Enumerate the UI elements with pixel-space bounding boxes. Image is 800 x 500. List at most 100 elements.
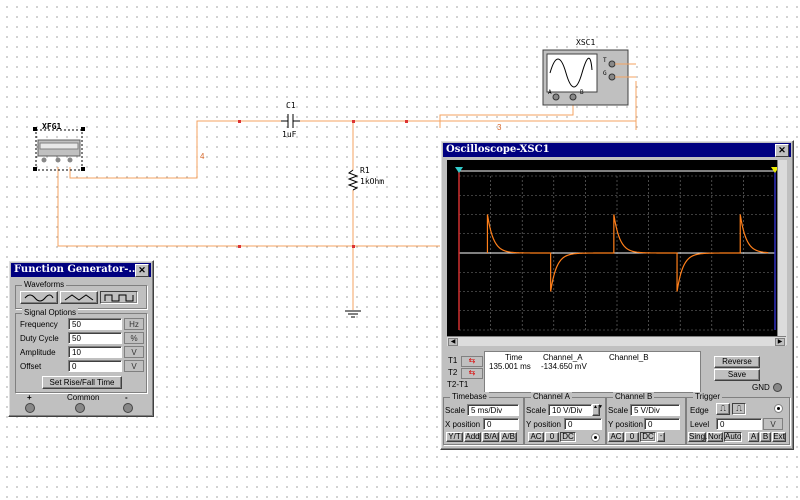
function-generator-xfg1[interactable] — [33, 127, 85, 171]
sine-wave-button[interactable] — [20, 291, 58, 304]
r1-value-label: 1kOhm — [360, 177, 385, 186]
channel-a-label: Channel A — [531, 392, 572, 401]
gnd-label: GND — [752, 383, 770, 392]
duty-cycle-input[interactable]: 50 — [68, 332, 122, 344]
function-generator-titlebar[interactable]: Function Generator-... ✕ — [11, 263, 151, 277]
channel-b-ac-button[interactable]: AC — [608, 432, 624, 442]
channel-b-dc-button[interactable]: DC — [640, 432, 656, 442]
c1-name-label: C1 — [286, 101, 296, 110]
channel-a-dc-button[interactable]: DC — [560, 432, 576, 442]
channel-b-y-position-label: Y position — [608, 420, 643, 429]
x-position-input[interactable]: 0 — [483, 418, 519, 430]
net-label-4: 4 — [200, 152, 205, 161]
frequency-label: Frequency — [20, 320, 58, 329]
timebase-scale-label: Scale — [445, 406, 466, 415]
channel-a-scale-spinner-icon[interactable]: ▲▼ — [592, 404, 603, 416]
offset-label: Offset — [20, 362, 42, 371]
signal-options-group: Signal Options Frequency 50 Hz Duty Cycl… — [15, 308, 147, 393]
trigger-level-label: Level — [690, 420, 710, 429]
readout-col-channel-a: Channel_A — [543, 353, 583, 362]
trigger-normal-button[interactable]: Nor. — [707, 432, 723, 442]
common-terminal[interactable] — [75, 403, 85, 413]
scope-terminal-a: A — [548, 89, 552, 96]
t1-label: T1 — [448, 356, 458, 365]
readout-time-value: 135.001 ms — [489, 362, 531, 371]
timebase-label: Timebase — [450, 392, 489, 401]
cursor-t1-marker — [455, 167, 463, 173]
plus-terminal[interactable] — [25, 403, 35, 413]
oscilloscope-title: Oscilloscope-XSC1 — [446, 144, 550, 155]
oscilloscope-screen[interactable] — [447, 160, 786, 345]
oscilloscope-display — [455, 167, 779, 331]
scope-terminal-t: T — [603, 57, 607, 64]
channel-a-radio-icon[interactable] — [591, 433, 600, 442]
trigger-auto-button[interactable]: Auto — [724, 432, 742, 442]
trigger-single-button[interactable]: Sing. — [688, 432, 707, 442]
channel-b-minus-icon[interactable]: - — [657, 432, 665, 442]
oscilloscope-titlebar[interactable]: Oscilloscope-XSC1 ✕ — [443, 143, 791, 157]
reverse-button[interactable]: Reverse — [714, 356, 760, 368]
mode-yt-button[interactable]: Y/T — [446, 432, 463, 442]
channel-a-y-position-input[interactable]: 0 — [564, 418, 602, 430]
resistor-r1[interactable] — [347, 169, 359, 191]
timebase-scale-input[interactable]: 5 ms/Div — [467, 404, 519, 416]
amplitude-label: Amplitude — [20, 348, 56, 357]
save-button[interactable]: Save — [714, 369, 760, 381]
channel-a-zero-button[interactable]: 0 — [545, 432, 559, 442]
trigger-label: Trigger — [693, 392, 723, 401]
rising-edge-icon[interactable]: ⎍ — [716, 403, 730, 415]
screen-horizontal-scrollbar[interactable]: ◀ ▶ — [447, 336, 786, 346]
triangle-wave-button[interactable] — [60, 291, 98, 304]
readout-channel-a-value: -134.650 mV — [541, 362, 587, 371]
readout-col-channel-b: Channel_B — [609, 353, 649, 362]
trigger-level-input[interactable]: 0 — [716, 418, 762, 430]
triangle-wave-icon — [64, 294, 94, 301]
offset-unit[interactable]: V — [124, 360, 144, 372]
close-icon[interactable]: ✕ — [775, 144, 789, 157]
channel-b-y-position-input[interactable]: 0 — [644, 418, 680, 430]
trigger-radio-icon[interactable] — [774, 404, 783, 413]
duty-cycle-label: Duty Cycle — [20, 334, 59, 343]
minus-terminal[interactable] — [123, 403, 133, 413]
wire-net-4 — [69, 120, 281, 179]
amplitude-input[interactable]: 10 — [68, 346, 122, 358]
trigger-level-unit[interactable]: V — [763, 418, 783, 430]
t2-t1-label: T2-T1 — [447, 380, 469, 389]
trigger-source-a-button[interactable]: A — [748, 432, 759, 442]
oscilloscope-xsc1-symbol[interactable] — [542, 49, 636, 106]
waveforms-label: Waveforms — [22, 280, 67, 289]
mode-add-button[interactable]: Add — [464, 432, 481, 442]
channel-b-scale-input[interactable]: 5 V/Div — [630, 404, 680, 416]
t1-cursor-arrows-icon[interactable]: ⇆ — [461, 356, 483, 367]
square-wave-icon — [104, 294, 134, 302]
screen-vertical-scrollbar[interactable] — [777, 160, 787, 345]
scroll-left-icon[interactable]: ◀ — [448, 338, 458, 346]
xsc1-label: XSC1 — [576, 38, 596, 47]
t2-cursor-arrows-icon[interactable]: ⇆ — [461, 368, 483, 379]
amplitude-unit[interactable]: V — [124, 346, 144, 358]
mode-ab-button[interactable]: A/B — [500, 432, 517, 442]
close-icon[interactable]: ✕ — [135, 264, 149, 277]
gnd-terminal[interactable] — [773, 383, 782, 392]
trigger-source-b-button[interactable]: B — [760, 432, 771, 442]
scroll-right-icon[interactable]: ▶ — [775, 338, 785, 346]
frequency-input[interactable]: 50 — [68, 318, 122, 330]
falling-edge-icon[interactable]: ⎍ — [732, 403, 746, 415]
square-wave-button[interactable] — [100, 291, 138, 304]
readout-table: Time Channel_A Channel_B 135.001 ms -134… — [484, 351, 701, 393]
readout-col-time: Time — [505, 353, 523, 362]
channel-b-zero-button[interactable]: 0 — [625, 432, 639, 442]
t2-label: T2 — [448, 368, 458, 377]
trigger-source-ext-button[interactable]: Ext — [772, 432, 786, 442]
set-rise-fall-time-button[interactable]: Set Rise/Fall Time — [42, 376, 122, 389]
duty-cycle-unit[interactable]: % — [124, 332, 144, 344]
channel-a-scale-input[interactable]: 10 V/Div — [548, 404, 592, 416]
frequency-unit[interactable]: Hz — [124, 318, 144, 330]
channel-a-ac-button[interactable]: AC — [528, 432, 544, 442]
channel-b-label: Channel B — [613, 392, 655, 401]
plus-terminal-label: + — [27, 393, 32, 402]
sine-wave-icon — [24, 294, 54, 302]
offset-input[interactable]: 0 — [68, 360, 122, 372]
capacitor-c1[interactable] — [281, 114, 300, 128]
mode-ba-button[interactable]: B/A — [482, 432, 499, 442]
